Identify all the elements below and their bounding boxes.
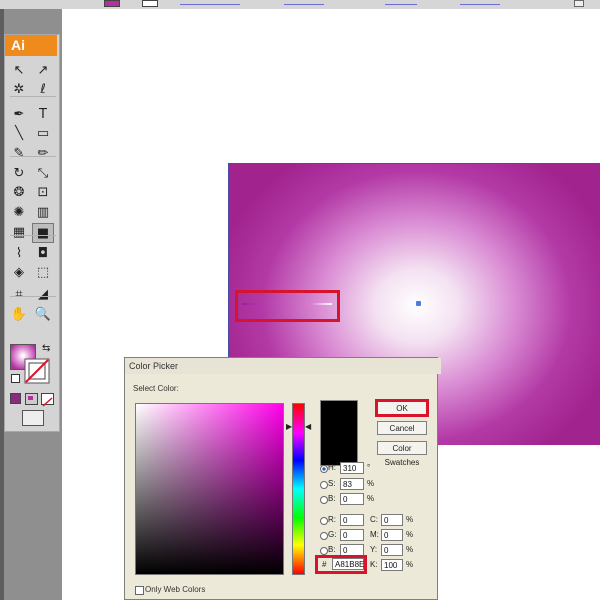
- column-graph-tool-icon[interactable]: ▥: [32, 203, 54, 223]
- divider: [10, 96, 56, 97]
- control-style[interactable]: [385, 4, 417, 5]
- dialog-title: Color Picker: [125, 358, 441, 374]
- live-paint-selection-tool-icon[interactable]: ⬚: [32, 263, 54, 283]
- cancel-button[interactable]: Cancel: [377, 421, 427, 435]
- free-transform-tool-icon[interactable]: ⊡: [32, 183, 54, 203]
- stroke-none-icon: [24, 358, 50, 384]
- hsb-label-2: B:: [328, 494, 336, 503]
- select-color-label: Select Color:: [133, 384, 179, 393]
- rgb-label-1: G:: [328, 530, 337, 539]
- rgb-radio-2[interactable]: [320, 547, 328, 555]
- rectangle-tool-icon[interactable]: ▭: [32, 124, 54, 144]
- hsb-label-0: H:: [328, 463, 336, 472]
- only-web-colors-checkbox[interactable]: [135, 586, 144, 595]
- eraser-tool-icon[interactable]: ◢: [32, 285, 54, 305]
- symbol-sprayer-tool-icon[interactable]: ✺: [8, 203, 30, 223]
- only-web-colors-label: Only Web Colors: [145, 585, 206, 594]
- scale-tool-icon[interactable]: ⤡: [32, 164, 54, 184]
- rgb-label-0: R:: [328, 515, 336, 524]
- slice-tool-icon[interactable]: ⌗: [8, 285, 30, 305]
- pen-tool-icon[interactable]: ✒: [8, 105, 30, 125]
- none-mode-button[interactable]: [41, 393, 54, 407]
- rgb-radio-1[interactable]: [320, 532, 328, 540]
- zoom-tool-icon[interactable]: 🔍: [32, 305, 54, 325]
- cmyk-label-3: K:: [370, 560, 378, 569]
- tools-panel: Ai ↖ ↗ ✲ ℓ ✒ T ╲ ▭ ✎ ✏ ↻ ⤡ ❂ ⊡ ✺ ▥ ▦ ■ ⌇ ◘ ◈ ⬚ ⌗ ◢ ✋ 🔍 ⇆: [4, 34, 60, 432]
- direct-selection-tool-icon[interactable]: ↗: [32, 61, 54, 81]
- magic-wand-tool-icon[interactable]: ✲: [8, 80, 30, 100]
- cmyk-label-0: C:: [370, 515, 378, 524]
- cmyk-input-3[interactable]: 100: [381, 559, 403, 571]
- hsb-radio-0[interactable]: [320, 465, 328, 473]
- hex-input[interactable]: A81B8E: [332, 558, 364, 570]
- color-picker-dialog: Color Picker Select Color: ▶ ◀ OK Cancel…: [124, 357, 441, 600]
- hsb-radio-2[interactable]: [320, 496, 328, 504]
- control-fill-swatch[interactable]: [104, 0, 120, 7]
- cmyk-unit-3: %: [406, 560, 414, 569]
- app-logo: Ai: [5, 35, 57, 56]
- cmyk-input-1[interactable]: 0: [381, 529, 403, 541]
- paintbrush-tool-icon[interactable]: ✎: [8, 144, 30, 164]
- mesh-tool-icon[interactable]: ▦: [8, 223, 30, 243]
- hsb-unit-2: %: [367, 494, 375, 503]
- hsb-input-0[interactable]: 310: [340, 462, 364, 474]
- color-field[interactable]: [135, 403, 284, 575]
- rgb-input-1[interactable]: 0: [340, 529, 364, 541]
- hue-slider[interactable]: [292, 403, 305, 575]
- divider: [10, 156, 56, 157]
- line-tool-icon[interactable]: ╲: [8, 124, 30, 144]
- hsb-unit-1: %: [367, 479, 375, 488]
- gradient-mode-button[interactable]: [25, 393, 38, 405]
- pencil-tool-icon[interactable]: ✏: [32, 144, 54, 164]
- eyedropper-tool-icon[interactable]: ⌇: [8, 244, 30, 264]
- type-tool-icon[interactable]: T: [32, 105, 54, 125]
- rotate-tool-icon[interactable]: ↻: [8, 164, 30, 184]
- stroke-swatch[interactable]: [24, 358, 50, 384]
- swap-fill-stroke-icon[interactable]: ⇆: [42, 343, 50, 354]
- rgb-input-0[interactable]: 0: [340, 514, 364, 526]
- color-mode-button[interactable]: [10, 393, 21, 404]
- divider: [10, 296, 56, 297]
- warp-tool-icon[interactable]: ❂: [8, 183, 30, 203]
- blend-tool-icon[interactable]: ◘: [32, 244, 54, 264]
- control-menu-button[interactable]: [574, 0, 584, 7]
- selection-tool-icon[interactable]: ↖: [8, 61, 30, 81]
- rgb-radio-0[interactable]: [320, 517, 328, 525]
- hsb-radio-1[interactable]: [320, 481, 328, 489]
- default-fill-stroke-icon[interactable]: [11, 374, 20, 383]
- color-preview: [320, 400, 358, 466]
- control-opacity[interactable]: [460, 4, 500, 5]
- hex-label: #: [322, 560, 327, 569]
- hue-slider-left-arrow-icon[interactable]: ▶: [286, 422, 292, 431]
- live-paint-bucket-tool-icon[interactable]: ◈: [8, 263, 30, 283]
- hsb-input-2[interactable]: 0: [340, 493, 364, 505]
- cmyk-unit-1: %: [406, 530, 414, 539]
- gradient-origin-point[interactable]: [416, 301, 421, 306]
- hue-slider-right-arrow-icon[interactable]: ◀: [305, 422, 311, 431]
- lasso-tool-icon[interactable]: ℓ: [32, 80, 54, 100]
- control-stroke-swatch[interactable]: [142, 0, 158, 7]
- screen-mode-button[interactable]: [22, 410, 44, 426]
- divider: [10, 235, 56, 236]
- cmyk-input-0[interactable]: 0: [381, 514, 403, 526]
- cmyk-label-2: Y:: [370, 545, 378, 554]
- control-brush[interactable]: [284, 4, 324, 5]
- cmyk-unit-2: %: [406, 545, 414, 554]
- hsb-unit-0: °: [367, 463, 371, 472]
- highlight-gradient-bar: [235, 290, 340, 322]
- rgb-label-2: B:: [328, 545, 336, 554]
- highlight-ok-button: [375, 399, 429, 417]
- control-stroke-weight[interactable]: [180, 4, 240, 5]
- hand-tool-icon[interactable]: ✋: [8, 305, 30, 325]
- color-swatches-button[interactable]: Color Swatches: [377, 441, 427, 467]
- none-icon: [42, 397, 53, 407]
- hsb-input-1[interactable]: 83: [340, 478, 364, 490]
- cmyk-label-1: M:: [370, 530, 379, 539]
- cmyk-input-2[interactable]: 0: [381, 544, 403, 556]
- hsb-label-1: S:: [328, 479, 336, 488]
- cmyk-unit-0: %: [406, 515, 414, 524]
- gradient-tool-icon[interactable]: ■: [32, 223, 54, 243]
